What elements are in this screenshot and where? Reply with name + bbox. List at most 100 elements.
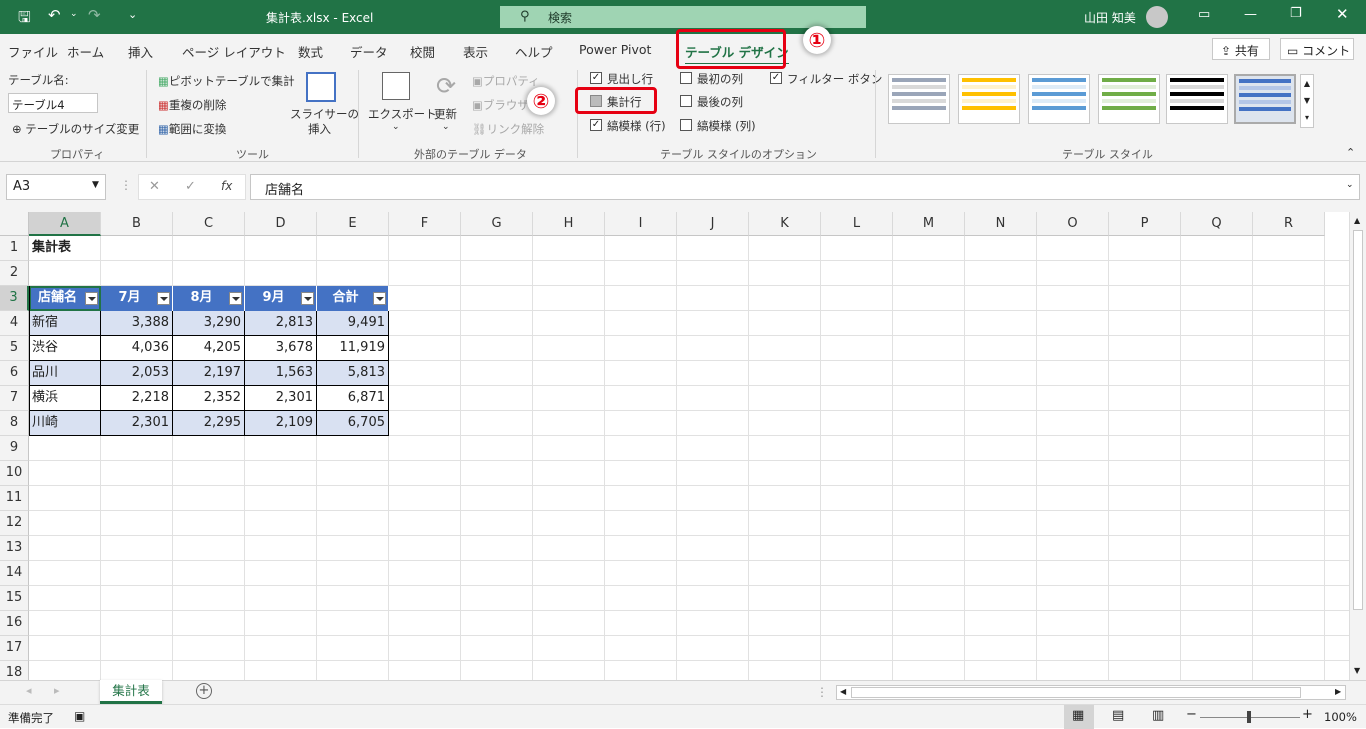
remove-duplicates-button[interactable]: ▦重複の削除: [158, 97, 226, 113]
table-data-cell[interactable]: 2,218: [101, 386, 173, 411]
table-data-cell[interactable]: 3,388: [101, 311, 173, 336]
column-header[interactable]: Q: [1181, 212, 1253, 236]
undo-dropdown-icon[interactable]: ⌄: [70, 9, 78, 19]
table-data-cell[interactable]: 4,036: [101, 336, 173, 361]
insert-slicer-button[interactable]: スライサーの 挿入: [290, 70, 359, 144]
unlink-button[interactable]: ⛓リンク解除: [472, 121, 544, 137]
tab-formulas[interactable]: 数式: [298, 42, 323, 61]
row-header[interactable]: 15: [0, 586, 29, 611]
tab-help[interactable]: ヘルプ: [515, 42, 553, 61]
zoom-out-icon[interactable]: −: [1186, 707, 1197, 722]
table-data-cell[interactable]: 渋谷: [29, 336, 101, 361]
column-header[interactable]: K: [749, 212, 821, 236]
filter-dropdown-icon[interactable]: [373, 292, 386, 305]
row-header[interactable]: 14: [0, 561, 29, 586]
row-header[interactable]: 4: [0, 311, 29, 336]
row-header[interactable]: 8: [0, 411, 29, 436]
table-data-cell[interactable]: 1,563: [245, 361, 317, 386]
select-all-button[interactable]: [0, 212, 29, 236]
row-header[interactable]: 13: [0, 536, 29, 561]
pivot-summary-button[interactable]: ▦ピボットテーブルで集計: [158, 73, 295, 89]
header-row-checkbox[interactable]: ✓: [590, 72, 602, 84]
table-style-swatch[interactable]: [958, 74, 1020, 124]
table-style-swatch[interactable]: [1166, 74, 1228, 124]
avatar[interactable]: [1146, 6, 1168, 28]
filter-dropdown-icon[interactable]: [85, 292, 98, 305]
splitter-icon[interactable]: ⋮: [816, 685, 828, 699]
row-header[interactable]: 10: [0, 461, 29, 486]
column-header[interactable]: A: [29, 212, 101, 236]
zoom-level[interactable]: 100%: [1324, 710, 1357, 724]
column-header[interactable]: O: [1037, 212, 1109, 236]
row-header[interactable]: 11: [0, 486, 29, 511]
row-header[interactable]: 16: [0, 611, 29, 636]
expand-formula-icon[interactable]: ⌄: [1346, 180, 1354, 190]
tab-home[interactable]: ホーム: [67, 42, 104, 61]
table-name-input[interactable]: テーブル4: [8, 93, 98, 113]
export-button[interactable]: エクスポート ⌄: [366, 70, 437, 144]
table-data-cell[interactable]: 6,705: [317, 411, 389, 436]
column-header[interactable]: B: [101, 212, 173, 236]
add-sheet-icon[interactable]: +: [196, 683, 212, 699]
table-style-swatch[interactable]: [1028, 74, 1090, 124]
table-data-cell[interactable]: 2,301: [245, 386, 317, 411]
table-data-cell[interactable]: 11,919: [317, 336, 389, 361]
save-icon[interactable]: 🖫: [18, 7, 31, 32]
row-header[interactable]: 17: [0, 636, 29, 661]
table-data-cell[interactable]: 川崎: [29, 411, 101, 436]
table-style-swatch-selected[interactable]: [1234, 74, 1296, 124]
row-header[interactable]: 12: [0, 511, 29, 536]
column-header[interactable]: M: [893, 212, 965, 236]
insert-function-icon[interactable]: fx: [221, 179, 232, 193]
external-properties-button[interactable]: ▣プロパティ: [472, 73, 540, 89]
tab-view[interactable]: 表示: [463, 42, 488, 61]
table-header-cell[interactable]: 合計: [317, 286, 389, 311]
table-header-cell[interactable]: 店舗名: [29, 286, 101, 311]
ribbon-display-icon[interactable]: ▭: [1198, 7, 1210, 22]
table-data-cell[interactable]: 横浜: [29, 386, 101, 411]
column-header[interactable]: H: [533, 212, 605, 236]
row-header[interactable]: 5: [0, 336, 29, 361]
redo-icon[interactable]: ↷: [88, 6, 101, 24]
tab-file[interactable]: ファイル: [8, 42, 58, 61]
column-header[interactable]: D: [245, 212, 317, 236]
page-layout-view-icon[interactable]: ▤: [1112, 708, 1124, 723]
minimize-icon[interactable]: —: [1244, 7, 1257, 22]
vertical-scrollbar[interactable]: ▲ ▼: [1349, 212, 1366, 680]
convert-to-range-button[interactable]: ▦範囲に変換: [158, 121, 226, 137]
next-sheet-icon[interactable]: ▸: [54, 684, 60, 697]
filter-button-checkbox[interactable]: ✓: [770, 72, 782, 84]
scroll-right-icon[interactable]: ▶: [1335, 687, 1341, 696]
enter-icon[interactable]: ✓: [185, 179, 196, 194]
table-header-cell[interactable]: 8月: [173, 286, 245, 311]
tab-power-pivot[interactable]: Power Pivot: [579, 42, 651, 57]
tab-insert[interactable]: 挿入: [128, 42, 153, 61]
filter-dropdown-icon[interactable]: [157, 292, 170, 305]
close-icon[interactable]: ✕: [1336, 5, 1349, 23]
column-header[interactable]: I: [605, 212, 677, 236]
user-name[interactable]: 山田 知美: [1084, 9, 1136, 26]
table-data-cell[interactable]: 2,295: [173, 411, 245, 436]
zoom-slider-thumb[interactable]: [1247, 711, 1251, 723]
scroll-left-icon[interactable]: ◀: [840, 687, 846, 696]
column-header[interactable]: E: [317, 212, 389, 236]
table-data-cell[interactable]: 3,678: [245, 336, 317, 361]
table-data-cell[interactable]: 3,290: [173, 311, 245, 336]
table-data-cell[interactable]: 2,053: [101, 361, 173, 386]
row-header[interactable]: 18: [0, 661, 29, 680]
macro-record-icon[interactable]: ▣: [74, 709, 85, 723]
row-header[interactable]: 7: [0, 386, 29, 411]
horizontal-scrollbar[interactable]: ◀ ▶: [836, 685, 1346, 700]
column-header[interactable]: J: [677, 212, 749, 236]
last-column-checkbox[interactable]: [680, 95, 692, 107]
scroll-down-icon[interactable]: ▼: [1354, 666, 1360, 675]
row-header[interactable]: 3: [0, 286, 29, 311]
collapse-ribbon-icon[interactable]: ⌃: [1346, 146, 1355, 159]
table-data-cell[interactable]: 新宿: [29, 311, 101, 336]
row-header[interactable]: 2: [0, 261, 29, 286]
column-header[interactable]: R: [1253, 212, 1325, 236]
restore-icon[interactable]: ❐: [1290, 6, 1302, 21]
normal-view-button[interactable]: ▦: [1064, 705, 1094, 729]
scroll-thumb[interactable]: [1353, 230, 1363, 610]
worksheet-grid[interactable]: ABCDEFGHIJKLMNOPQR 1 2 3 4 5 6 7 8 9 10 11 12 13 14 15…: [0, 212, 1366, 680]
